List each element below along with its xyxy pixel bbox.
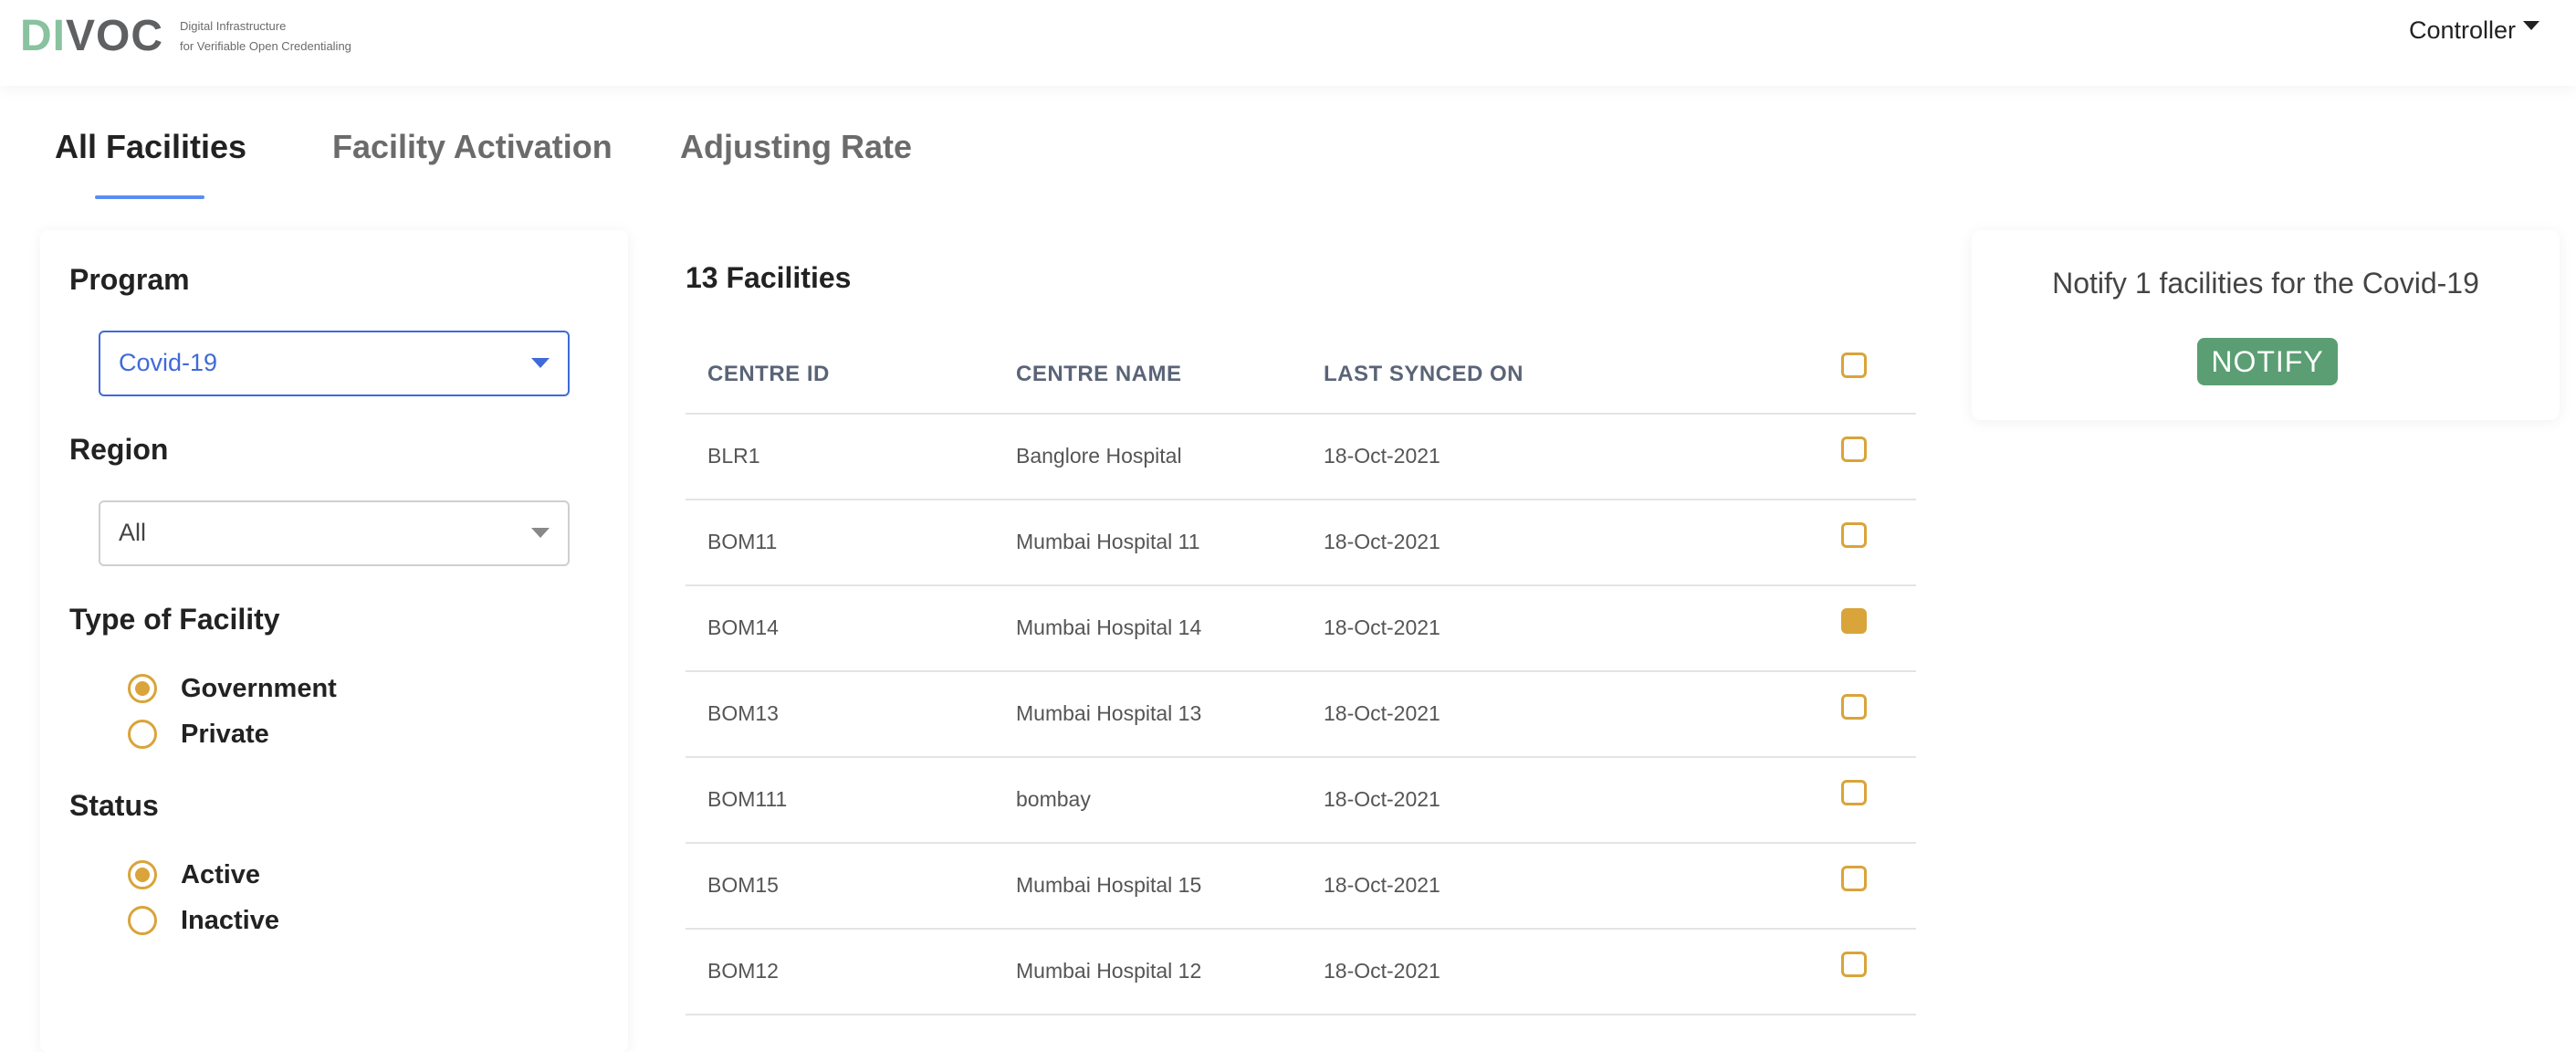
facilities-table: CENTRE ID CENTRE NAME LAST SYNCED ON BLR… (686, 327, 1916, 1015)
radio-label: Active (181, 859, 261, 889)
logo-tagline: Digital Infrastructure for Verifiable Op… (180, 16, 351, 57)
cell-last-synced: 18-Oct-2021 (1324, 530, 1440, 553)
table-row[interactable]: BOM15 Mumbai Hospital 15 18-Oct-2021 (686, 844, 1916, 930)
radio-label: Private (181, 719, 269, 749)
cell-centre-name: Mumbai Hospital 14 (1016, 615, 1202, 639)
cell-centre-id: BOM15 (707, 873, 779, 897)
table-row[interactable]: BOM111 bombay 18-Oct-2021 (686, 758, 1916, 844)
radio-option-inactive[interactable]: Inactive (128, 902, 279, 939)
row-checkbox[interactable] (1841, 437, 1867, 462)
column-header-last-synced[interactable]: LAST SYNCED ON (1324, 362, 1524, 387)
row-checkbox[interactable] (1841, 952, 1867, 977)
table-row[interactable]: BLR1 Banglore Hospital 18-Oct-2021 (686, 415, 1916, 500)
cell-centre-name: bombay (1016, 787, 1091, 811)
table-header-row: CENTRE ID CENTRE NAME LAST SYNCED ON (686, 327, 1916, 415)
row-checkbox[interactable] (1841, 608, 1867, 634)
cell-centre-name: Banglore Hospital (1016, 444, 1182, 468)
region-select[interactable]: All (99, 500, 570, 566)
radio-label: Government (181, 673, 337, 703)
cell-centre-name: Mumbai Hospital 11 (1016, 530, 1200, 553)
program-title: Program (69, 263, 190, 296)
radio-button[interactable] (128, 674, 157, 703)
caret-down-icon (2523, 20, 2539, 30)
tab-facility-activation[interactable]: Facility Activation (332, 128, 613, 166)
status-title: Status (69, 789, 159, 822)
divoc-logo[interactable]: DIVOC Digital Infrastructure for Verifia… (20, 7, 351, 66)
radio-button[interactable] (128, 720, 157, 749)
row-checkbox[interactable] (1841, 780, 1867, 805)
cell-centre-id: BOM11 (707, 530, 778, 553)
tab-adjusting-rate[interactable]: Adjusting Rate (680, 128, 912, 166)
radio-button[interactable] (128, 906, 157, 935)
cell-centre-id: BOM12 (707, 959, 779, 983)
user-menu-label: Controller (2408, 16, 2516, 44)
cell-centre-name: Mumbai Hospital 12 (1016, 959, 1202, 983)
cell-centre-id: BOM13 (707, 701, 779, 725)
cell-last-synced: 18-Oct-2021 (1324, 787, 1440, 811)
cell-last-synced: 18-Oct-2021 (1324, 444, 1440, 468)
active-tab-indicator (95, 195, 204, 199)
tagline-line-1: Digital Infrastructure (180, 19, 287, 33)
cell-centre-name: Mumbai Hospital 13 (1016, 701, 1202, 725)
table-row[interactable]: BOM12 Mumbai Hospital 12 18-Oct-2021 (686, 930, 1916, 1015)
logo-mark: DIVOC (20, 15, 163, 58)
program-select[interactable]: Covid-19 (99, 331, 570, 396)
radio-option-active[interactable]: Active (128, 857, 260, 893)
tab-all-facilities[interactable]: All Facilities (55, 128, 246, 166)
notify-message: Notify 1 facilities for the Covid-19 (2052, 267, 2479, 300)
tagline-line-2: for Verifiable Open Credentialing (180, 39, 351, 53)
filter-panel: Program Covid-19 Region All Type of Faci… (40, 230, 628, 1052)
user-menu-dropdown[interactable]: Controller (2409, 16, 2539, 45)
row-checkbox[interactable] (1841, 866, 1867, 891)
facilities-count-title: 13 Facilities (686, 261, 852, 294)
cell-last-synced: 18-Oct-2021 (1324, 959, 1440, 983)
cell-last-synced: 18-Oct-2021 (1324, 873, 1440, 897)
row-checkbox[interactable] (1841, 694, 1867, 720)
chevron-down-icon (531, 358, 550, 368)
notify-panel: Notify 1 facilities for the Covid-19 NOT… (1972, 230, 2560, 420)
region-select-value: All (119, 519, 147, 546)
column-header-centre-id[interactable]: CENTRE ID (707, 362, 830, 387)
cell-centre-id: BOM14 (707, 615, 779, 639)
table-row[interactable]: BOM13 Mumbai Hospital 13 18-Oct-2021 (686, 672, 1916, 758)
column-header-centre-name[interactable]: CENTRE NAME (1016, 362, 1182, 387)
top-header: DIVOC Digital Infrastructure for Verifia… (0, 0, 2576, 86)
row-checkbox[interactable] (1841, 522, 1867, 548)
chevron-down-icon (531, 528, 550, 538)
cell-centre-id: BLR1 (707, 444, 760, 468)
region-title: Region (69, 433, 169, 466)
facility-type-title: Type of Facility (69, 603, 280, 636)
table-row[interactable]: BOM11 Mumbai Hospital 11 18-Oct-2021 (686, 500, 1916, 586)
table-row[interactable]: BOM14 Mumbai Hospital 14 18-Oct-2021 (686, 586, 1916, 672)
cell-centre-id: BOM111 (707, 787, 788, 811)
radio-option-private[interactable]: Private (128, 716, 269, 752)
radio-button[interactable] (128, 860, 157, 889)
radio-label: Inactive (181, 905, 279, 935)
cell-centre-name: Mumbai Hospital 15 (1016, 873, 1202, 897)
logo-text-di: DI (20, 12, 66, 60)
cell-last-synced: 18-Oct-2021 (1324, 615, 1440, 639)
cell-last-synced: 18-Oct-2021 (1324, 701, 1440, 725)
select-all-checkbox[interactable] (1841, 352, 1867, 378)
logo-text-voc: VOC (66, 12, 164, 60)
program-select-value: Covid-19 (119, 349, 218, 376)
radio-option-government[interactable]: Government (128, 670, 337, 707)
notify-button[interactable]: NOTIFY (2197, 338, 2338, 385)
